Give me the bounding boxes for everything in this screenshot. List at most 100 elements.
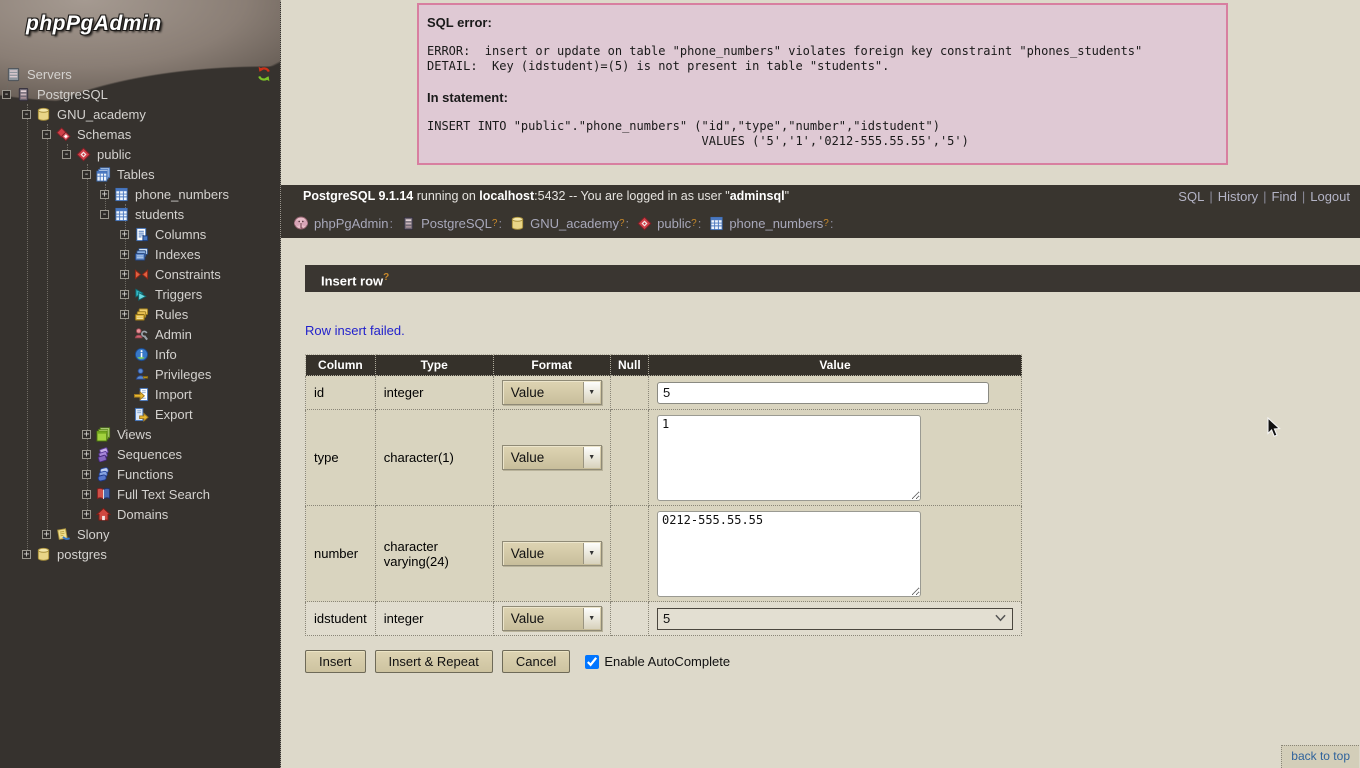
collapse-icon[interactable]: - bbox=[2, 90, 11, 99]
expand-icon[interactable]: + bbox=[22, 550, 31, 559]
help-icon[interactable]: ? bbox=[619, 218, 625, 229]
tree-item-indexes[interactable]: + Indexes bbox=[0, 244, 280, 264]
idstudent-value-select[interactable]: 5 bbox=[657, 608, 1013, 630]
tree-label[interactable]: Domains bbox=[117, 507, 168, 522]
tree-label[interactable]: Schemas bbox=[77, 127, 131, 142]
tree-label[interactable]: Functions bbox=[117, 467, 173, 482]
find-link[interactable]: Find bbox=[1272, 189, 1297, 204]
tree-label[interactable]: Indexes bbox=[155, 247, 201, 262]
tree-item-triggers[interactable]: + Triggers bbox=[0, 284, 280, 304]
tree-item-export[interactable]: Export bbox=[0, 404, 280, 424]
collapse-icon[interactable]: - bbox=[42, 130, 51, 139]
tree-label[interactable]: postgres bbox=[57, 547, 107, 562]
id-value-input[interactable] bbox=[657, 382, 989, 404]
history-link[interactable]: History bbox=[1218, 189, 1258, 204]
expand-icon[interactable]: + bbox=[82, 430, 91, 439]
expand-icon[interactable]: + bbox=[120, 290, 129, 299]
id-format-select[interactable]: Value▼ bbox=[502, 380, 602, 405]
logout-link[interactable]: Logout bbox=[1310, 189, 1350, 204]
server-status-bar: PostgreSQL 9.1.14 running on localhost:5… bbox=[281, 185, 1360, 208]
tree-item-import[interactable]: Import bbox=[0, 384, 280, 404]
expand-icon[interactable]: + bbox=[120, 310, 129, 319]
breadcrumb-server[interactable]: PostgreSQL bbox=[421, 216, 492, 231]
expand-icon[interactable]: + bbox=[82, 470, 91, 479]
tree-label[interactable]: Tables bbox=[117, 167, 155, 182]
tree-label[interactable]: Sequences bbox=[117, 447, 182, 462]
tree-label[interactable]: PostgreSQL bbox=[37, 87, 108, 102]
tree-item-rules[interactable]: + Rules bbox=[0, 304, 280, 324]
value-header: Value bbox=[648, 355, 1021, 376]
idstudent-format-select[interactable]: Value▼ bbox=[502, 606, 602, 631]
collapse-icon[interactable]: - bbox=[82, 170, 91, 179]
tree-label[interactable]: Views bbox=[117, 427, 151, 442]
tree-label[interactable]: Constraints bbox=[155, 267, 221, 282]
tree-item-tables[interactable]: - Tables bbox=[0, 164, 280, 184]
help-icon[interactable]: ? bbox=[492, 218, 498, 229]
tree-label[interactable]: Privileges bbox=[155, 367, 211, 382]
expand-icon[interactable]: + bbox=[100, 190, 109, 199]
type-format-select[interactable]: Value▼ bbox=[502, 445, 602, 470]
tree-item-sequences[interactable]: + Sequences bbox=[0, 444, 280, 464]
tree-item-servers[interactable]: Servers bbox=[0, 64, 280, 84]
tree-label[interactable]: Servers bbox=[27, 67, 72, 82]
table-icon bbox=[709, 216, 724, 231]
back-to-top-link[interactable]: back to top bbox=[1281, 745, 1359, 768]
expand-icon[interactable]: + bbox=[120, 230, 129, 239]
tree-label[interactable]: GNU_academy bbox=[57, 107, 146, 122]
collapse-icon[interactable]: - bbox=[62, 150, 71, 159]
breadcrumb-app: phpPgAdmin bbox=[314, 216, 388, 231]
type-value-textarea[interactable]: 1 bbox=[657, 415, 921, 501]
tree-label[interactable]: students bbox=[135, 207, 184, 222]
help-icon[interactable]: ? bbox=[691, 218, 697, 229]
breadcrumb-table[interactable]: phone_numbers bbox=[729, 216, 823, 231]
expand-icon[interactable]: + bbox=[82, 510, 91, 519]
cancel-button[interactable]: Cancel bbox=[502, 650, 570, 673]
tree-label[interactable]: public bbox=[97, 147, 131, 162]
tree-item-public[interactable]: - public bbox=[0, 144, 280, 164]
collapse-icon[interactable]: - bbox=[100, 210, 109, 219]
tree-item-info[interactable]: Info bbox=[0, 344, 280, 364]
tree-item-columns[interactable]: + Columns bbox=[0, 224, 280, 244]
tree-item-full-text-search[interactable]: + Full Text Search bbox=[0, 484, 280, 504]
number-format-select[interactable]: Value▼ bbox=[502, 541, 602, 566]
table-icon bbox=[114, 207, 129, 222]
tree-label[interactable]: Columns bbox=[155, 227, 206, 242]
expand-icon[interactable]: + bbox=[82, 490, 91, 499]
tree-item-views[interactable]: + Views bbox=[0, 424, 280, 444]
tree-item-students[interactable]: - students bbox=[0, 204, 280, 224]
tree-label[interactable]: phone_numbers bbox=[135, 187, 229, 202]
tree-item-gnu-academy[interactable]: - GNU_academy bbox=[0, 104, 280, 124]
tree-item-postgres[interactable]: + postgres bbox=[0, 544, 280, 564]
breadcrumb-database[interactable]: GNU_academy bbox=[530, 216, 619, 231]
tree-label[interactable]: Admin bbox=[155, 327, 192, 342]
tree-label[interactable]: Triggers bbox=[155, 287, 202, 302]
sql-link[interactable]: SQL bbox=[1178, 189, 1204, 204]
tree-label[interactable]: Export bbox=[155, 407, 193, 422]
expand-icon[interactable]: + bbox=[120, 250, 129, 259]
tree-item-admin[interactable]: Admin bbox=[0, 324, 280, 344]
tree-item-postgresql[interactable]: - PostgreSQL bbox=[0, 84, 280, 104]
tree-item-domains[interactable]: + Domains bbox=[0, 504, 280, 524]
expand-icon[interactable]: + bbox=[42, 530, 51, 539]
breadcrumb-schema[interactable]: public bbox=[657, 216, 691, 231]
expand-icon[interactable]: + bbox=[120, 270, 129, 279]
tree-item-functions[interactable]: + Functions bbox=[0, 464, 280, 484]
insert-button[interactable]: Insert bbox=[305, 650, 366, 673]
tree-label[interactable]: Rules bbox=[155, 307, 188, 322]
tree-label[interactable]: Slony bbox=[77, 527, 110, 542]
expand-icon[interactable]: + bbox=[82, 450, 91, 459]
tree-label[interactable]: Info bbox=[155, 347, 177, 362]
collapse-icon[interactable]: - bbox=[22, 110, 31, 119]
help-icon[interactable]: ? bbox=[823, 218, 829, 229]
autocomplete-checkbox[interactable] bbox=[585, 655, 599, 669]
tree-item-phone-numbers[interactable]: + phone_numbers bbox=[0, 184, 280, 204]
tree-item-privileges[interactable]: Privileges bbox=[0, 364, 280, 384]
tree-item-constraints[interactable]: + Constraints bbox=[0, 264, 280, 284]
tree-item-slony[interactable]: + Slony bbox=[0, 524, 280, 544]
insert-and-repeat-button[interactable]: Insert & Repeat bbox=[375, 650, 493, 673]
tree-item-schemas[interactable]: - Schemas bbox=[0, 124, 280, 144]
number-value-textarea[interactable]: 0212-555.55.55 bbox=[657, 511, 921, 597]
tree-label[interactable]: Import bbox=[155, 387, 192, 402]
help-icon[interactable]: ? bbox=[383, 272, 389, 283]
tree-label[interactable]: Full Text Search bbox=[117, 487, 210, 502]
